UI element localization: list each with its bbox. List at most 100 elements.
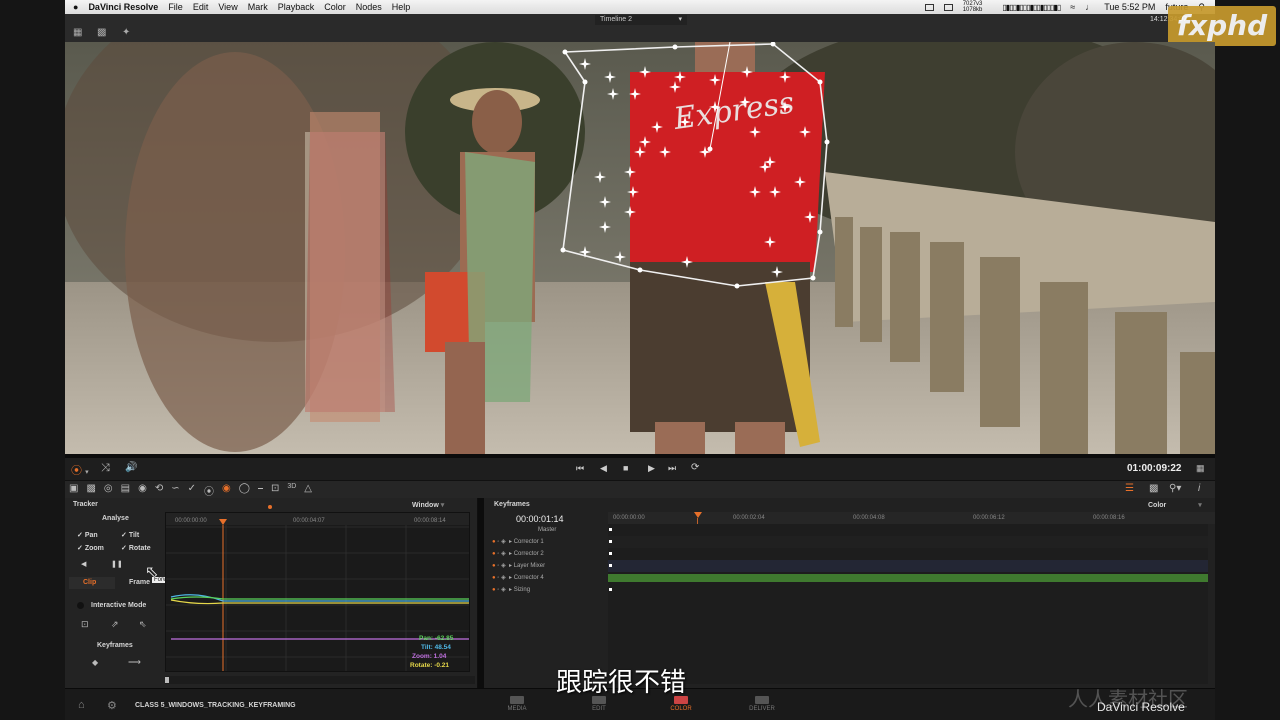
keyframe-mode-selector[interactable]: Color ▾ [1148, 501, 1202, 509]
menu-mark[interactable]: Mark [248, 2, 268, 12]
tilt-checkbox[interactable]: ✓ Tilt [121, 531, 139, 539]
set-point-icon[interactable]: ⇗ [111, 619, 119, 630]
track-corrector-1[interactable]: ● ◦ ◈ ▸ Corrector 1 [484, 536, 608, 548]
curves-icon[interactable]: ⟲ [155, 483, 163, 498]
timeline-selector[interactable]: Timeline 2 ▾ [595, 15, 687, 25]
keyframe-timecode: 00:00:01:14 [516, 514, 564, 524]
delete-point-icon[interactable]: ⇖ [139, 619, 147, 630]
graph-scrollbar[interactable] [165, 676, 475, 684]
grid-icon[interactable]: ▩ [1149, 483, 1158, 494]
tracker-graph-svg: 00:00:00:00 00:00:04:07 00:00:08:14 Pan:… [166, 513, 469, 671]
track-sizing[interactable]: ● ◦ ◈ ▸ Sizing [484, 584, 608, 596]
power-window-icon[interactable]: ⦿ [204, 483, 214, 498]
menu-playback[interactable]: Playback [278, 2, 315, 12]
status-icon[interactable] [924, 3, 934, 11]
stereo-icon[interactable]: △ [304, 483, 312, 498]
motion-effects-icon[interactable]: ◉ [138, 483, 147, 498]
window-selector[interactable]: Window ▾ [412, 501, 444, 509]
stop-button[interactable]: ■ [623, 463, 628, 473]
go-to-start-button[interactable]: ⏮ [576, 463, 584, 474]
network-stats: 7027v3 1078kb [962, 1, 983, 13]
transport-bar: ⦿ ▾ ⤨ 🔊 ⏮ ◀ ■ ▶ ⏭ ⟳ ▦ [65, 458, 1215, 480]
left-margin [0, 0, 65, 720]
tracker-icon[interactable]: ◉ [222, 483, 231, 498]
graph-ruler-tick: 00:00:08:14 [414, 518, 446, 524]
viewer-options-icon[interactable]: ▦ [1196, 463, 1205, 474]
track-master[interactable]: Master [484, 524, 608, 536]
play-reverse-button[interactable]: ◀ [600, 463, 607, 474]
pan-readout: Pan: -62.85 [419, 635, 454, 642]
track-corrector-4[interactable]: ● ◦ ◈ ▸ Corrector 4 [484, 572, 608, 584]
ruler-tick: 00:00:00:00 [613, 515, 645, 521]
color-node-menu[interactable]: ⦿ ▾ [71, 462, 89, 478]
deliver-page-button[interactable]: DELIVER [742, 696, 782, 712]
keyframes-toggle-icon[interactable]: ☰ [1125, 483, 1134, 494]
clock[interactable]: Tue 5:52 PM [1104, 2, 1155, 12]
track-reverse-button[interactable]: ◀ [81, 560, 86, 568]
gear-icon[interactable]: ⚙ [107, 699, 117, 712]
project-name: CLASS 5_WINDOWS_TRACKING_KEYFRAMING [135, 702, 296, 709]
keyframe-nav-icon[interactable]: ⟶ [128, 657, 141, 668]
video-viewer[interactable]: Express [65, 42, 1215, 454]
magic-wand-icon[interactable]: ✦ [122, 27, 130, 38]
add-keyframe-icon[interactable]: ◆ [92, 658, 98, 667]
sizing-icon[interactable]: ⊡ [271, 483, 279, 498]
gallery-grid-icon[interactable]: ▩ [97, 27, 106, 38]
home-icon[interactable]: ⌂ [78, 699, 85, 711]
keyframes-title: Keyframes [494, 501, 530, 508]
menu-nodes[interactable]: Nodes [356, 2, 382, 12]
media-page-button[interactable]: MEDIA [497, 696, 537, 712]
tracker-graph[interactable]: 00:00:00:00 00:00:04:07 00:00:08:14 Pan:… [165, 512, 470, 672]
keyframe-tracks[interactable] [608, 524, 1208, 684]
chevron-down-icon: ▾ [678, 16, 682, 23]
add-feature-points-icon[interactable]: ⊡ [81, 619, 89, 630]
menu-file[interactable]: File [168, 2, 183, 12]
track-layer-mixer[interactable]: ● ◦ ◈ ▸ Layer Mixer [484, 560, 608, 572]
blur-icon[interactable]: ◯ [239, 483, 250, 498]
frame-mode-button[interactable]: Frame [129, 579, 150, 586]
volume-icon[interactable]: ♩ [1085, 2, 1094, 12]
clip-mode-button[interactable]: Clip [69, 577, 115, 589]
app-menu[interactable]: DaVinci Resolve [88, 2, 158, 12]
camera-raw-icon[interactable]: ▣ [69, 483, 78, 498]
zoom-readout: Zoom: 1.04 [412, 653, 447, 660]
shuffle-icon[interactable]: ⤨ [101, 462, 110, 475]
graph-scroll-thumb[interactable] [165, 677, 169, 683]
key-icon[interactable]: ⎯ [258, 483, 263, 498]
battery-icon[interactable] [943, 3, 953, 11]
rotate-checkbox[interactable]: ✓ Rotate [121, 544, 151, 552]
right-margin [1215, 0, 1280, 720]
track-corrector-2[interactable]: ● ◦ ◈ ▸ Corrector 2 [484, 548, 608, 560]
app-frame: ● DaVinci Resolve File Edit View Mark Pl… [0, 0, 1280, 720]
palette-toolbar: ▣ ▩ ◎ ▤ ◉ ⟲ ∽ ✓ ⦿ ◉ ◯ ⎯ ⊡ 3D △ ☰ ▩ ⚲▾ i [65, 480, 1215, 498]
3d-icon[interactable]: 3D [287, 483, 296, 498]
analyse-label: Analyse [102, 515, 129, 522]
play-button[interactable]: ▶ [648, 463, 655, 474]
menu-color[interactable]: Color [324, 2, 346, 12]
person-red-shirt: Express [630, 42, 825, 454]
wifi-icon[interactable]: ≈ [1070, 2, 1075, 12]
menu-help[interactable]: Help [392, 2, 411, 12]
keyframe-playhead-marker[interactable] [694, 512, 702, 518]
single-viewer-icon[interactable]: ▦ [73, 27, 82, 38]
rgb-mixer-icon[interactable]: ▤ [121, 483, 130, 498]
qualifier-icon[interactable]: ∽ [171, 483, 179, 498]
corrector-4-keyframe-bar[interactable] [608, 574, 1208, 582]
zoom-menu-icon[interactable]: ⚲▾ [1169, 483, 1181, 494]
activity-meter: ▯▮▯▯▮▯▯▯▮▯▯▮▯▯▯▮▯ [1002, 2, 1061, 12]
apple-icon[interactable]: ● [73, 2, 78, 12]
speaker-icon[interactable]: 🔊 [125, 462, 137, 473]
menu-edit[interactable]: Edit [193, 2, 209, 12]
color-wheels-icon[interactable]: ◎ [104, 483, 113, 498]
pan-checkbox[interactable]: ✓ Pan [77, 531, 98, 539]
info-icon[interactable]: i [1198, 483, 1200, 494]
go-to-end-button[interactable]: ⏭ [668, 463, 676, 474]
loop-button[interactable]: ⟳ [691, 462, 699, 473]
interactive-mode-label: Interactive Mode [91, 602, 147, 609]
menu-view[interactable]: View [218, 2, 237, 12]
color-match-icon[interactable]: ▩ [86, 483, 95, 498]
pause-button[interactable]: ❚❚ [111, 560, 123, 568]
picker-icon[interactable]: ✓ [188, 483, 196, 498]
zoom-checkbox[interactable]: ✓ Zoom [77, 544, 104, 552]
interactive-mode-toggle[interactable] [77, 602, 84, 609]
